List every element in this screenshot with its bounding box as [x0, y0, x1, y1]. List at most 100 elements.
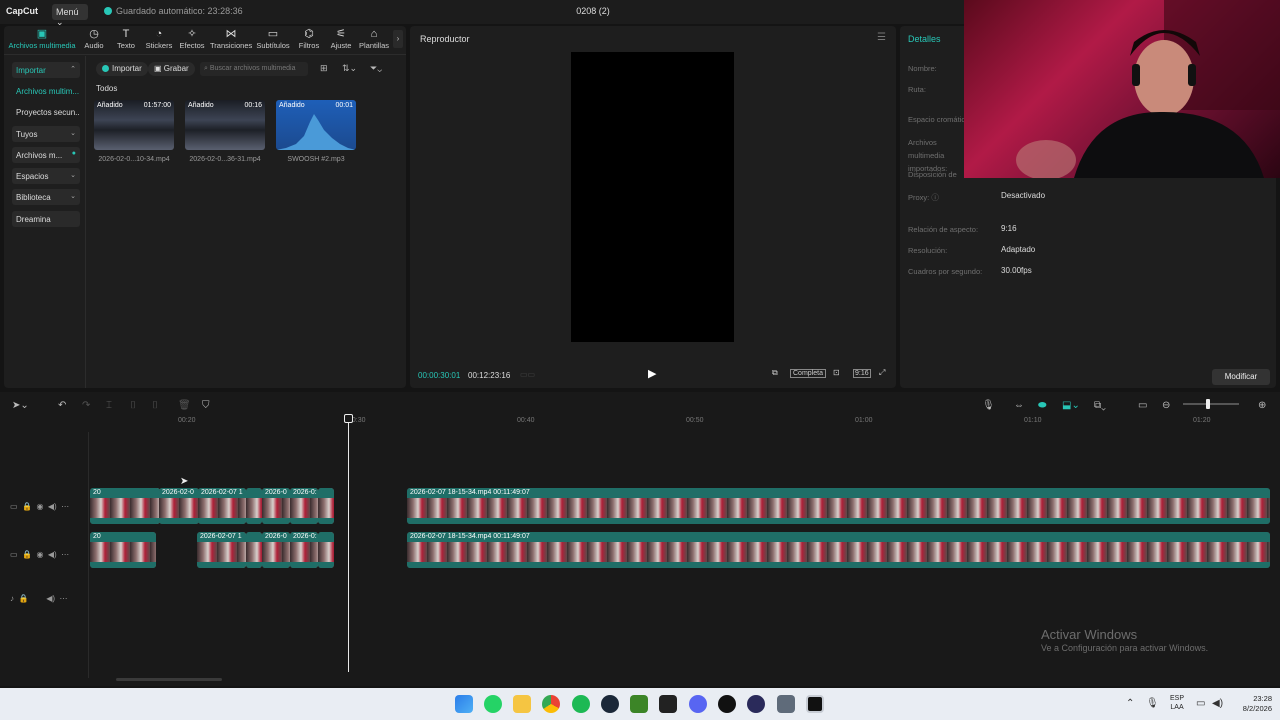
capcut-icon[interactable]: [806, 695, 824, 713]
sidebar-item-files[interactable]: Archivos m... ●: [12, 147, 80, 163]
microphone-icon[interactable]: 🎙: [1146, 698, 1159, 709]
calculator-icon[interactable]: [777, 695, 795, 713]
zoom-in-icon[interactable]: ⊕: [1258, 400, 1266, 411]
whatsapp-icon[interactable]: [484, 695, 502, 713]
tab-effects[interactable]: ✧ Efectos: [177, 28, 207, 52]
language-indicator[interactable]: ESP LAA: [1170, 694, 1184, 712]
fullscreen-icon[interactable]: ⤢: [879, 368, 885, 378]
eye-icon[interactable]: ◉: [36, 550, 43, 559]
volume-icon[interactable]: ◀): [48, 550, 57, 559]
tab-media[interactable]: ▣ Archivos multimedia: [8, 28, 76, 52]
grid-view-icon[interactable]: ⊞: [320, 63, 328, 74]
audio-track-icon[interactable]: ♪: [10, 594, 14, 603]
tab-adjust[interactable]: ⚟ Ajuste: [327, 28, 355, 52]
sidebar-item-projects[interactable]: Proyectos secun...: [12, 104, 80, 120]
timeline-clip[interactable]: [318, 532, 334, 568]
volume-icon[interactable]: ◀): [46, 594, 55, 603]
playhead[interactable]: [348, 414, 349, 672]
chevron-right-icon[interactable]: ›: [393, 30, 403, 48]
link-icon[interactable]: ⇔: [1014, 400, 1024, 411]
microphone-icon[interactable]: 🎙: [982, 400, 995, 411]
select-tool-icon[interactable]: ➤⌄: [12, 400, 29, 411]
github-icon[interactable]: [718, 695, 736, 713]
timeline-clip[interactable]: 2026-02-07 1: [198, 488, 246, 524]
windows-start-icon[interactable]: [455, 695, 473, 713]
more-icon[interactable]: ⋯: [59, 594, 67, 603]
caption-icon[interactable]: ▭: [1138, 400, 1147, 411]
timeline-clip[interactable]: 2026-02-07 18-15-34.mp4 00:11:49:07: [407, 488, 1270, 524]
tab-stickers[interactable]: ◔ Stickers: [144, 28, 174, 52]
clock[interactable]: 23:28 8/2/2026: [1232, 694, 1272, 714]
epic-games-icon[interactable]: [659, 695, 677, 713]
media-search-input[interactable]: ⌕ Buscar archivos multimedia: [200, 62, 308, 76]
zoom-slider[interactable]: [1183, 403, 1239, 405]
file-explorer-icon[interactable]: [513, 695, 531, 713]
media-thumbnail[interactable]: Añadido 01:57:00: [94, 100, 174, 150]
split-right-icon[interactable]: ⌷: [152, 400, 158, 411]
delete-icon[interactable]: 🗑: [178, 400, 191, 411]
crop-icon[interactable]: ⧉: [772, 368, 778, 378]
sidebar-item-import[interactable]: Importar ⌃: [12, 62, 80, 78]
magnet-icon[interactable]: ⬬: [1038, 400, 1047, 411]
volume-icon[interactable]: ◀): [1212, 698, 1223, 709]
lock-icon[interactable]: 🔒: [22, 550, 32, 559]
cover-icon[interactable]: ▭: [10, 502, 18, 511]
redo-icon[interactable]: ↷: [82, 400, 90, 411]
spotify-icon[interactable]: [572, 695, 590, 713]
snap-icon[interactable]: ⬓⌄: [1062, 400, 1080, 411]
eye-icon[interactable]: ◉: [36, 502, 43, 511]
more-icon[interactable]: ⋯: [61, 550, 69, 559]
timeline-clip[interactable]: [318, 488, 334, 524]
minecraft-icon[interactable]: [630, 695, 648, 713]
undo-icon[interactable]: ↶: [58, 400, 66, 411]
sidebar-item-library[interactable]: Biblioteca ⌄: [12, 189, 80, 205]
steam-icon[interactable]: [601, 695, 619, 713]
sidebar-item-media[interactable]: Archivos multim...: [12, 83, 80, 99]
snapshot-icon[interactable]: ⊡: [833, 368, 840, 377]
sidebar-item-dreamina[interactable]: Dreamina: [12, 211, 80, 227]
split-left-icon[interactable]: ⌷: [130, 400, 136, 411]
zoom-slider-handle[interactable]: [1206, 399, 1210, 409]
record-button[interactable]: ▣ Grabar: [148, 62, 195, 76]
volume-icon[interactable]: ◀): [48, 502, 57, 511]
import-button[interactable]: Importar: [96, 62, 148, 76]
video-preview[interactable]: [571, 52, 734, 342]
menu-button[interactable]: Menú ⌄: [52, 4, 88, 27]
filter-icon[interactable]: ⏷⌄: [370, 63, 382, 74]
sidebar-item-yours[interactable]: Tuyos ⌄: [12, 126, 80, 142]
tab-templates[interactable]: ⌂ Plantillas: [358, 28, 390, 52]
timecode-format-icon[interactable]: ▭▭: [520, 370, 535, 379]
split-icon[interactable]: ⌶: [106, 400, 112, 411]
marker-icon[interactable]: ⛉: [202, 400, 210, 411]
play-button[interactable]: ▶: [648, 367, 656, 380]
timeline-clip[interactable]: 2026-0: [262, 532, 290, 568]
lock-icon[interactable]: 🔒: [22, 502, 32, 511]
obs-icon[interactable]: [747, 695, 765, 713]
timeline-clip[interactable]: [246, 532, 262, 568]
sidebar-item-spaces[interactable]: Espacios ⌄: [12, 168, 80, 184]
network-icon[interactable]: ▭: [1196, 698, 1205, 709]
tab-text[interactable]: T Texto: [112, 28, 140, 52]
playhead-handle[interactable]: [344, 414, 353, 423]
timeline-clip[interactable]: 2026-02-07 18-15-34.mp4 00:11:49:07: [407, 532, 1270, 568]
timeline-clip[interactable]: 2026-02-0: [159, 488, 199, 524]
preview-axis-icon[interactable]: ⧉⌄: [1094, 400, 1106, 411]
timeline-clip[interactable]: 2026-0:: [290, 488, 318, 524]
zoom-out-icon[interactable]: ⊖: [1162, 400, 1170, 411]
timeline-clip[interactable]: 20: [90, 488, 160, 524]
tab-subtitles[interactable]: ▭ Subtítulos: [255, 28, 291, 52]
sort-icon[interactable]: ⇅⌄: [342, 63, 357, 74]
chrome-icon[interactable]: [542, 695, 560, 713]
discord-icon[interactable]: [689, 695, 707, 713]
chevron-up-icon[interactable]: ⌃: [1126, 698, 1134, 709]
fit-select[interactable]: Completa: [790, 369, 826, 378]
tab-transitions[interactable]: ⋈ Transiciones: [210, 28, 252, 52]
tab-audio[interactable]: ◷ Audio: [80, 28, 108, 52]
modify-button[interactable]: Modificar: [1212, 369, 1270, 385]
timeline-clip[interactable]: 2026-0:: [290, 532, 318, 568]
timeline-clip[interactable]: 2026-02-07 1: [197, 532, 246, 568]
lock-icon[interactable]: 🔒: [18, 594, 28, 603]
timeline-clip[interactable]: 20: [90, 532, 156, 568]
media-thumbnail[interactable]: Añadido 00:16: [185, 100, 265, 150]
cover-icon[interactable]: ▭: [10, 550, 18, 559]
